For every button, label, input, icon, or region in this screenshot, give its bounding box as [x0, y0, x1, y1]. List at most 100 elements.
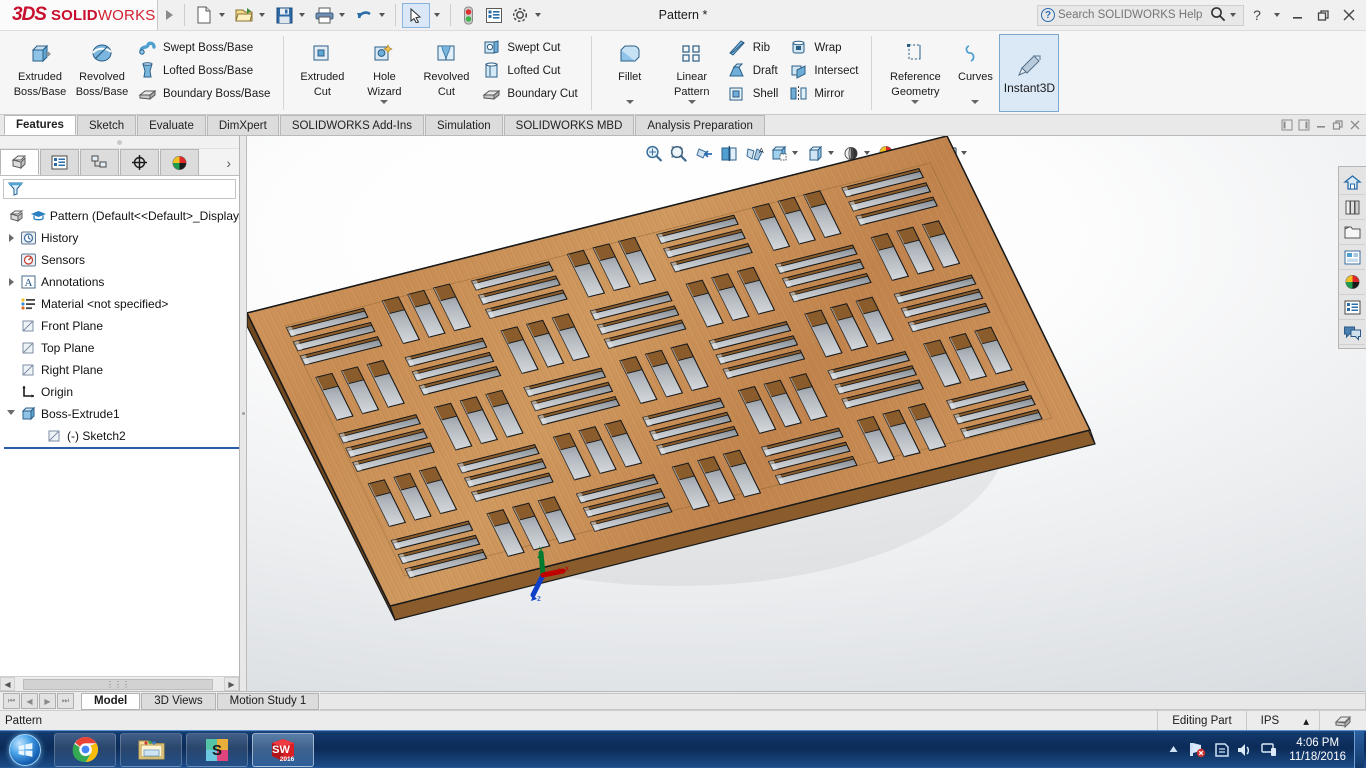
- solidworks-forum-button[interactable]: [1339, 320, 1365, 345]
- tab-features[interactable]: Features: [4, 115, 76, 135]
- collapse-arrow-boss-extrude1[interactable]: [4, 410, 18, 419]
- scroll-thumb[interactable]: ⋮⋮⋮: [23, 679, 213, 690]
- print-document-button[interactable]: [311, 2, 351, 28]
- tree-item-history[interactable]: History: [4, 227, 239, 249]
- tab-dimxpert[interactable]: DimXpert: [207, 115, 279, 135]
- select-tool-button[interactable]: [400, 2, 446, 28]
- scroll-track[interactable]: ⋮⋮⋮: [15, 678, 224, 691]
- tree-item-right-plane[interactable]: Right Plane: [4, 359, 239, 381]
- appearances-scenes-button[interactable]: [1339, 270, 1365, 295]
- file-explorer-taskbar-button[interactable]: [120, 733, 182, 767]
- rebuild-button[interactable]: [455, 2, 481, 28]
- configuration-manager-tab[interactable]: [80, 149, 119, 175]
- linear-pattern-button[interactable]: Linear Pattern: [661, 34, 723, 105]
- solidworks-resources-button[interactable]: [1339, 170, 1365, 195]
- taskbar-clock[interactable]: 4:06 PM 11/18/2016: [1281, 736, 1354, 764]
- tree-item-sketch2[interactable]: (-) Sketch2: [4, 425, 239, 447]
- display-manager-tab[interactable]: [160, 149, 199, 175]
- close-document-button[interactable]: [1346, 116, 1363, 133]
- tree-item-boss-extrude1[interactable]: Boss-Extrude1: [4, 403, 239, 425]
- tree-rollback-bar[interactable]: [4, 447, 239, 449]
- options-button[interactable]: [507, 2, 547, 28]
- extruded-boss-base-button[interactable]: Extruded Boss/Base: [9, 34, 71, 99]
- property-manager-tab[interactable]: [40, 149, 79, 175]
- boundary-boss-base-button[interactable]: Boundary Boss/Base: [133, 82, 276, 105]
- save-document-button[interactable]: [271, 2, 311, 28]
- show-desktop-button[interactable]: [1354, 731, 1364, 768]
- bottom-tab-model[interactable]: Model: [81, 693, 140, 710]
- open-document-button[interactable]: [231, 2, 271, 28]
- tab-evaluate[interactable]: Evaluate: [137, 115, 206, 135]
- next-tab-button[interactable]: ▶: [39, 693, 56, 709]
- tab-solidworks-add-ins[interactable]: SOLIDWORKS Add-Ins: [280, 115, 424, 135]
- hole-wizard-dropdown-caret[interactable]: [380, 100, 388, 104]
- tab-sketch[interactable]: Sketch: [77, 115, 136, 135]
- pin-left-button[interactable]: [1278, 116, 1295, 133]
- lofted-cut-button[interactable]: Lofted Cut: [477, 59, 583, 82]
- extruded-cut-button[interactable]: Extruded Cut: [291, 34, 353, 99]
- search-icon[interactable]: [1210, 6, 1226, 25]
- linear-pattern-dropdown-caret[interactable]: [688, 100, 696, 104]
- tree-item-top-plane[interactable]: Top Plane: [4, 337, 239, 359]
- restore-button[interactable]: [1310, 0, 1336, 30]
- minimize-document-button[interactable]: [1312, 116, 1329, 133]
- curves-button[interactable]: Curves: [951, 34, 999, 105]
- prev-tab-button[interactable]: ◀: [21, 693, 38, 709]
- lofted-boss-base-button[interactable]: Lofted Boss/Base: [133, 59, 276, 82]
- tab-simulation[interactable]: Simulation: [425, 115, 503, 135]
- network-error-icon[interactable]: [1185, 734, 1209, 766]
- rib-button[interactable]: Rib: [723, 36, 785, 59]
- start-button[interactable]: [0, 732, 50, 768]
- tree-item-annotations[interactable]: A Annotations: [4, 271, 239, 293]
- design-library-button[interactable]: [1339, 195, 1365, 220]
- file-properties-button[interactable]: [481, 2, 507, 28]
- help-search-box[interactable]: ?: [1037, 5, 1244, 26]
- mirror-button[interactable]: Mirror: [784, 82, 864, 105]
- solidworks-logo[interactable]: 3DS SOLIDWORKS: [0, 0, 158, 30]
- close-button[interactable]: [1336, 0, 1362, 30]
- show-hidden-icons-button[interactable]: [1161, 734, 1185, 766]
- feature-tree-filter[interactable]: [3, 179, 236, 199]
- units-indicator[interactable]: IPS: [1246, 711, 1294, 731]
- reference-geometry-dropdown-caret[interactable]: [911, 100, 919, 104]
- units-caret[interactable]: ▴: [1293, 711, 1319, 731]
- solidworks-taskbar-button[interactable]: SW2016: [252, 733, 314, 767]
- intersect-button[interactable]: Intersect: [784, 59, 864, 82]
- expand-arrow-history[interactable]: [4, 234, 18, 242]
- chrome-taskbar-button[interactable]: [54, 733, 116, 767]
- panel-grip-handle[interactable]: [0, 136, 239, 149]
- revolved-boss-base-button[interactable]: Revolved Boss/Base: [71, 34, 133, 99]
- menu-expand-arrow[interactable]: [158, 0, 180, 30]
- tree-item-material[interactable]: Material <not specified>: [4, 293, 239, 315]
- file-explorer-button[interactable]: [1339, 220, 1365, 245]
- dimxpert-manager-tab[interactable]: [120, 149, 159, 175]
- display-icon[interactable]: [1257, 734, 1281, 766]
- help-button[interactable]: ?: [1244, 0, 1270, 30]
- feature-manager-tab[interactable]: [0, 149, 39, 175]
- shell-button[interactable]: Shell: [723, 82, 785, 105]
- fillet-button[interactable]: Fillet: [599, 34, 661, 105]
- bottom-tab-3d-views[interactable]: 3D Views: [141, 693, 215, 710]
- undo-button[interactable]: [351, 2, 391, 28]
- scroll-right-arrow[interactable]: ▶: [224, 677, 239, 691]
- help-dropdown-caret[interactable]: [1274, 13, 1280, 17]
- tree-item-sensors[interactable]: Sensors: [4, 249, 239, 271]
- feature-tree-horizontal-scrollbar[interactable]: ◀ ⋮⋮⋮ ▶: [0, 676, 239, 691]
- hole-wizard-button[interactable]: Hole Wizard: [353, 34, 415, 105]
- volume-icon[interactable]: [1233, 734, 1257, 766]
- tab-analysis-preparation[interactable]: Analysis Preparation: [635, 115, 764, 135]
- action-center-icon[interactable]: [1209, 734, 1233, 766]
- tree-item-front-plane[interactable]: Front Plane: [4, 315, 239, 337]
- scroll-left-arrow[interactable]: ◀: [0, 677, 15, 691]
- expand-panel-button[interactable]: ›: [226, 155, 239, 175]
- boundary-cut-button[interactable]: Boundary Cut: [477, 82, 583, 105]
- instant3d-button[interactable]: Instant3D: [999, 34, 1059, 112]
- draft-button[interactable]: Draft: [723, 59, 785, 82]
- swept-boss-base-button[interactable]: Swept Boss/Base: [133, 36, 276, 59]
- graphics-viewport[interactable]: A: [247, 136, 1366, 691]
- custom-properties-button[interactable]: [1339, 295, 1365, 320]
- tree-item-origin[interactable]: Origin: [4, 381, 239, 403]
- reference-geometry-button[interactable]: Reference Geometry: [879, 34, 951, 105]
- fillet-dropdown-caret[interactable]: [626, 100, 634, 104]
- pin-right-button[interactable]: [1295, 116, 1312, 133]
